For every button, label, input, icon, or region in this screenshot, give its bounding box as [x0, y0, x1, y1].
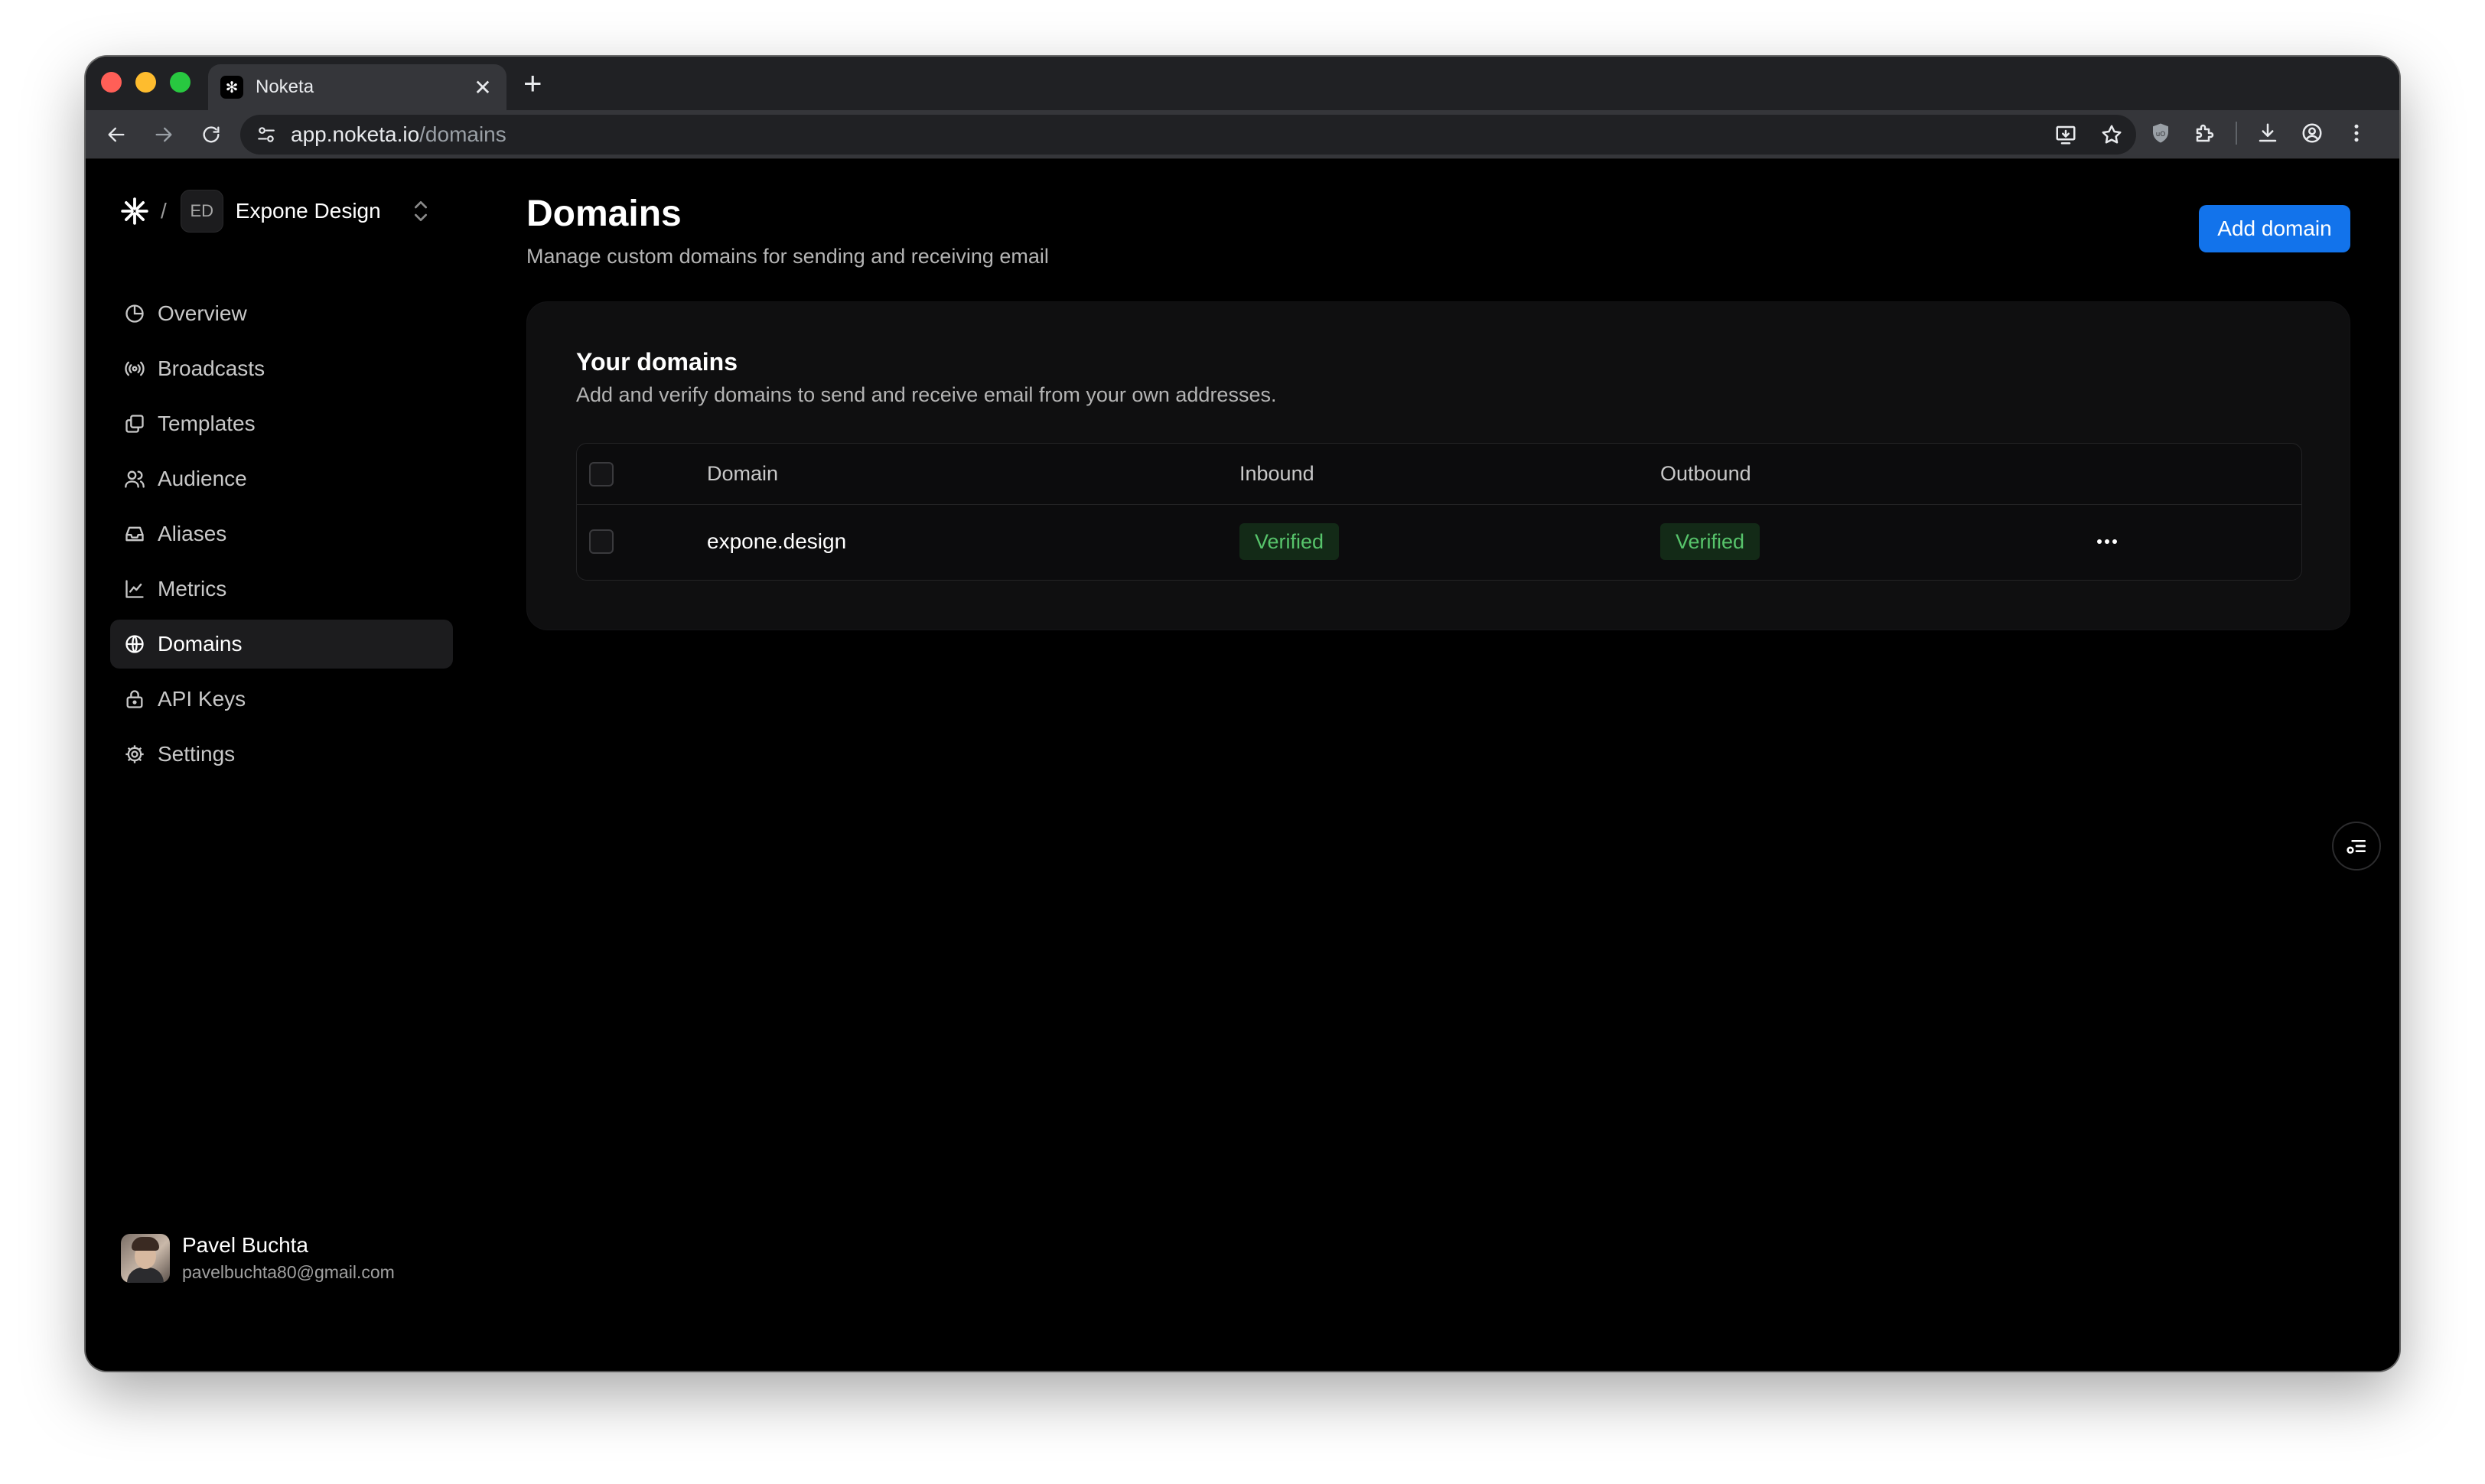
- inbound-status-badge: Verified: [1239, 523, 1340, 560]
- sidebar-item-overview[interactable]: Overview: [110, 289, 453, 338]
- sidebar-item-settings[interactable]: Settings: [110, 730, 453, 779]
- table-row[interactable]: expone.design Verified Verified: [577, 505, 2301, 580]
- tab-title: Noketa: [256, 76, 314, 97]
- sidebar-item-domains[interactable]: Domains: [110, 620, 453, 669]
- row-checkbox[interactable]: [589, 529, 614, 554]
- ublock-shield-icon[interactable]: uO: [2147, 119, 2174, 147]
- lock-icon: [122, 687, 147, 711]
- user-profile[interactable]: Pavel Buchta pavelbuchta80@gmail.com: [121, 1233, 395, 1283]
- install-app-icon[interactable]: [2052, 121, 2080, 148]
- browser-menu-icon[interactable]: [2343, 119, 2370, 147]
- domains-card: Your domains Add and verify domains to s…: [526, 301, 2350, 630]
- card-title: Your domains: [576, 348, 738, 376]
- more-options-icon[interactable]: [2092, 528, 2122, 555]
- sidebar-item-label: Broadcasts: [158, 356, 265, 380]
- sidebar-item-label: Overview: [158, 301, 247, 325]
- sidebar-item-label: Domains: [158, 632, 243, 656]
- downloads-icon[interactable]: [2254, 119, 2281, 147]
- sidebar-item-aliases[interactable]: Aliases: [110, 509, 453, 558]
- noketa-logo-icon: ✻: [220, 76, 243, 99]
- gear-icon: [122, 742, 147, 766]
- workspace-name[interactable]: Expone Design: [236, 199, 381, 223]
- address-bar[interactable]: app.noketa.io/domains: [240, 115, 2136, 155]
- page-subtitle: Manage custom domains for sending and re…: [526, 245, 1049, 268]
- sidebar-item-label: Audience: [158, 467, 247, 490]
- extensions-puzzle-icon[interactable]: [2191, 119, 2219, 147]
- table-header: Domain Inbound Outbound: [577, 444, 2301, 505]
- back-icon[interactable]: [101, 119, 132, 150]
- outbound-status-badge: Verified: [1660, 523, 1760, 560]
- sidebar-item-api-keys[interactable]: API Keys: [110, 675, 453, 724]
- sidebar-item-templates[interactable]: Templates: [110, 399, 453, 448]
- pie-chart-icon: [122, 301, 147, 326]
- url-host: app.noketa.io: [291, 122, 420, 146]
- toolbar-divider: [2236, 122, 2237, 145]
- column-header-outbound: Outbound: [1660, 462, 1751, 485]
- select-all-checkbox[interactable]: [589, 462, 614, 487]
- card-subtitle: Add and verify domains to send and recei…: [576, 383, 1277, 406]
- new-tab-icon[interactable]: +: [523, 67, 542, 99]
- close-window-button[interactable]: [101, 72, 122, 93]
- chevron-up-down-icon[interactable]: [412, 197, 430, 225]
- sidebar-item-audience[interactable]: Audience: [110, 454, 453, 503]
- floating-filter-icon[interactable]: [2332, 822, 2381, 871]
- sidebar-item-metrics[interactable]: Metrics: [110, 565, 453, 613]
- sidebar-item-label: Templates: [158, 412, 256, 435]
- domain-name[interactable]: expone.design: [707, 529, 846, 554]
- site-settings-icon[interactable]: [252, 121, 280, 148]
- window-controls: [101, 72, 191, 93]
- sidebar-item-label: API Keys: [158, 687, 246, 711]
- avatar: [121, 1233, 170, 1283]
- tab-bar: ✻ Noketa ✕ +: [86, 57, 2399, 110]
- templates-icon: [122, 412, 147, 436]
- url-path: /domains: [419, 122, 506, 146]
- sidebar-item-label: Aliases: [158, 522, 227, 545]
- user-name: Pavel Buchta: [182, 1233, 308, 1257]
- column-header-domain: Domain: [707, 462, 779, 485]
- broadcast-icon: [122, 356, 147, 381]
- browser-tab[interactable]: ✻ Noketa ✕: [208, 64, 506, 110]
- chart-icon: [122, 577, 147, 601]
- user-email: pavelbuchta80@gmail.com: [182, 1262, 395, 1282]
- reload-icon[interactable]: [196, 119, 226, 150]
- column-header-inbound: Inbound: [1239, 462, 1314, 485]
- app-root: / ED Expone Design Overview Broadcasts T…: [86, 159, 2399, 1371]
- browser-toolbar: app.noketa.io/domains uO: [86, 110, 2399, 159]
- forward-icon[interactable]: [148, 119, 179, 150]
- workspace-header: / ED Expone Design: [119, 190, 430, 233]
- bookmark-star-icon[interactable]: [2098, 121, 2125, 148]
- browser-window: ✻ Noketa ✕ + app.noketa.io/domains uO / …: [86, 57, 2399, 1371]
- toolbar-extensions: uO: [2147, 119, 2370, 147]
- sidebar-item-label: Metrics: [158, 577, 227, 600]
- globe-icon: [122, 632, 147, 656]
- svg-text:uO: uO: [2156, 131, 2166, 138]
- sidebar-item-label: Settings: [158, 742, 236, 766]
- sidebar-item-broadcasts[interactable]: Broadcasts: [110, 344, 453, 393]
- noketa-logo-icon[interactable]: [119, 196, 150, 226]
- users-icon: [122, 467, 147, 491]
- close-tab-icon[interactable]: ✕: [471, 75, 494, 100]
- profile-icon[interactable]: [2298, 119, 2326, 147]
- minimize-window-button[interactable]: [135, 72, 156, 93]
- maximize-window-button[interactable]: [170, 72, 191, 93]
- inbox-icon: [122, 522, 147, 546]
- workspace-badge: ED: [180, 190, 223, 233]
- add-domain-button[interactable]: Add domain: [2199, 205, 2350, 252]
- page-title: Domains: [526, 194, 682, 234]
- url-text: app.noketa.io/domains: [291, 122, 506, 147]
- breadcrumb-separator: /: [161, 199, 167, 223]
- sidebar-nav: Overview Broadcasts Templates Audience A…: [110, 289, 453, 785]
- domains-table: Domain Inbound Outbound expone.design Ve…: [576, 443, 2302, 581]
